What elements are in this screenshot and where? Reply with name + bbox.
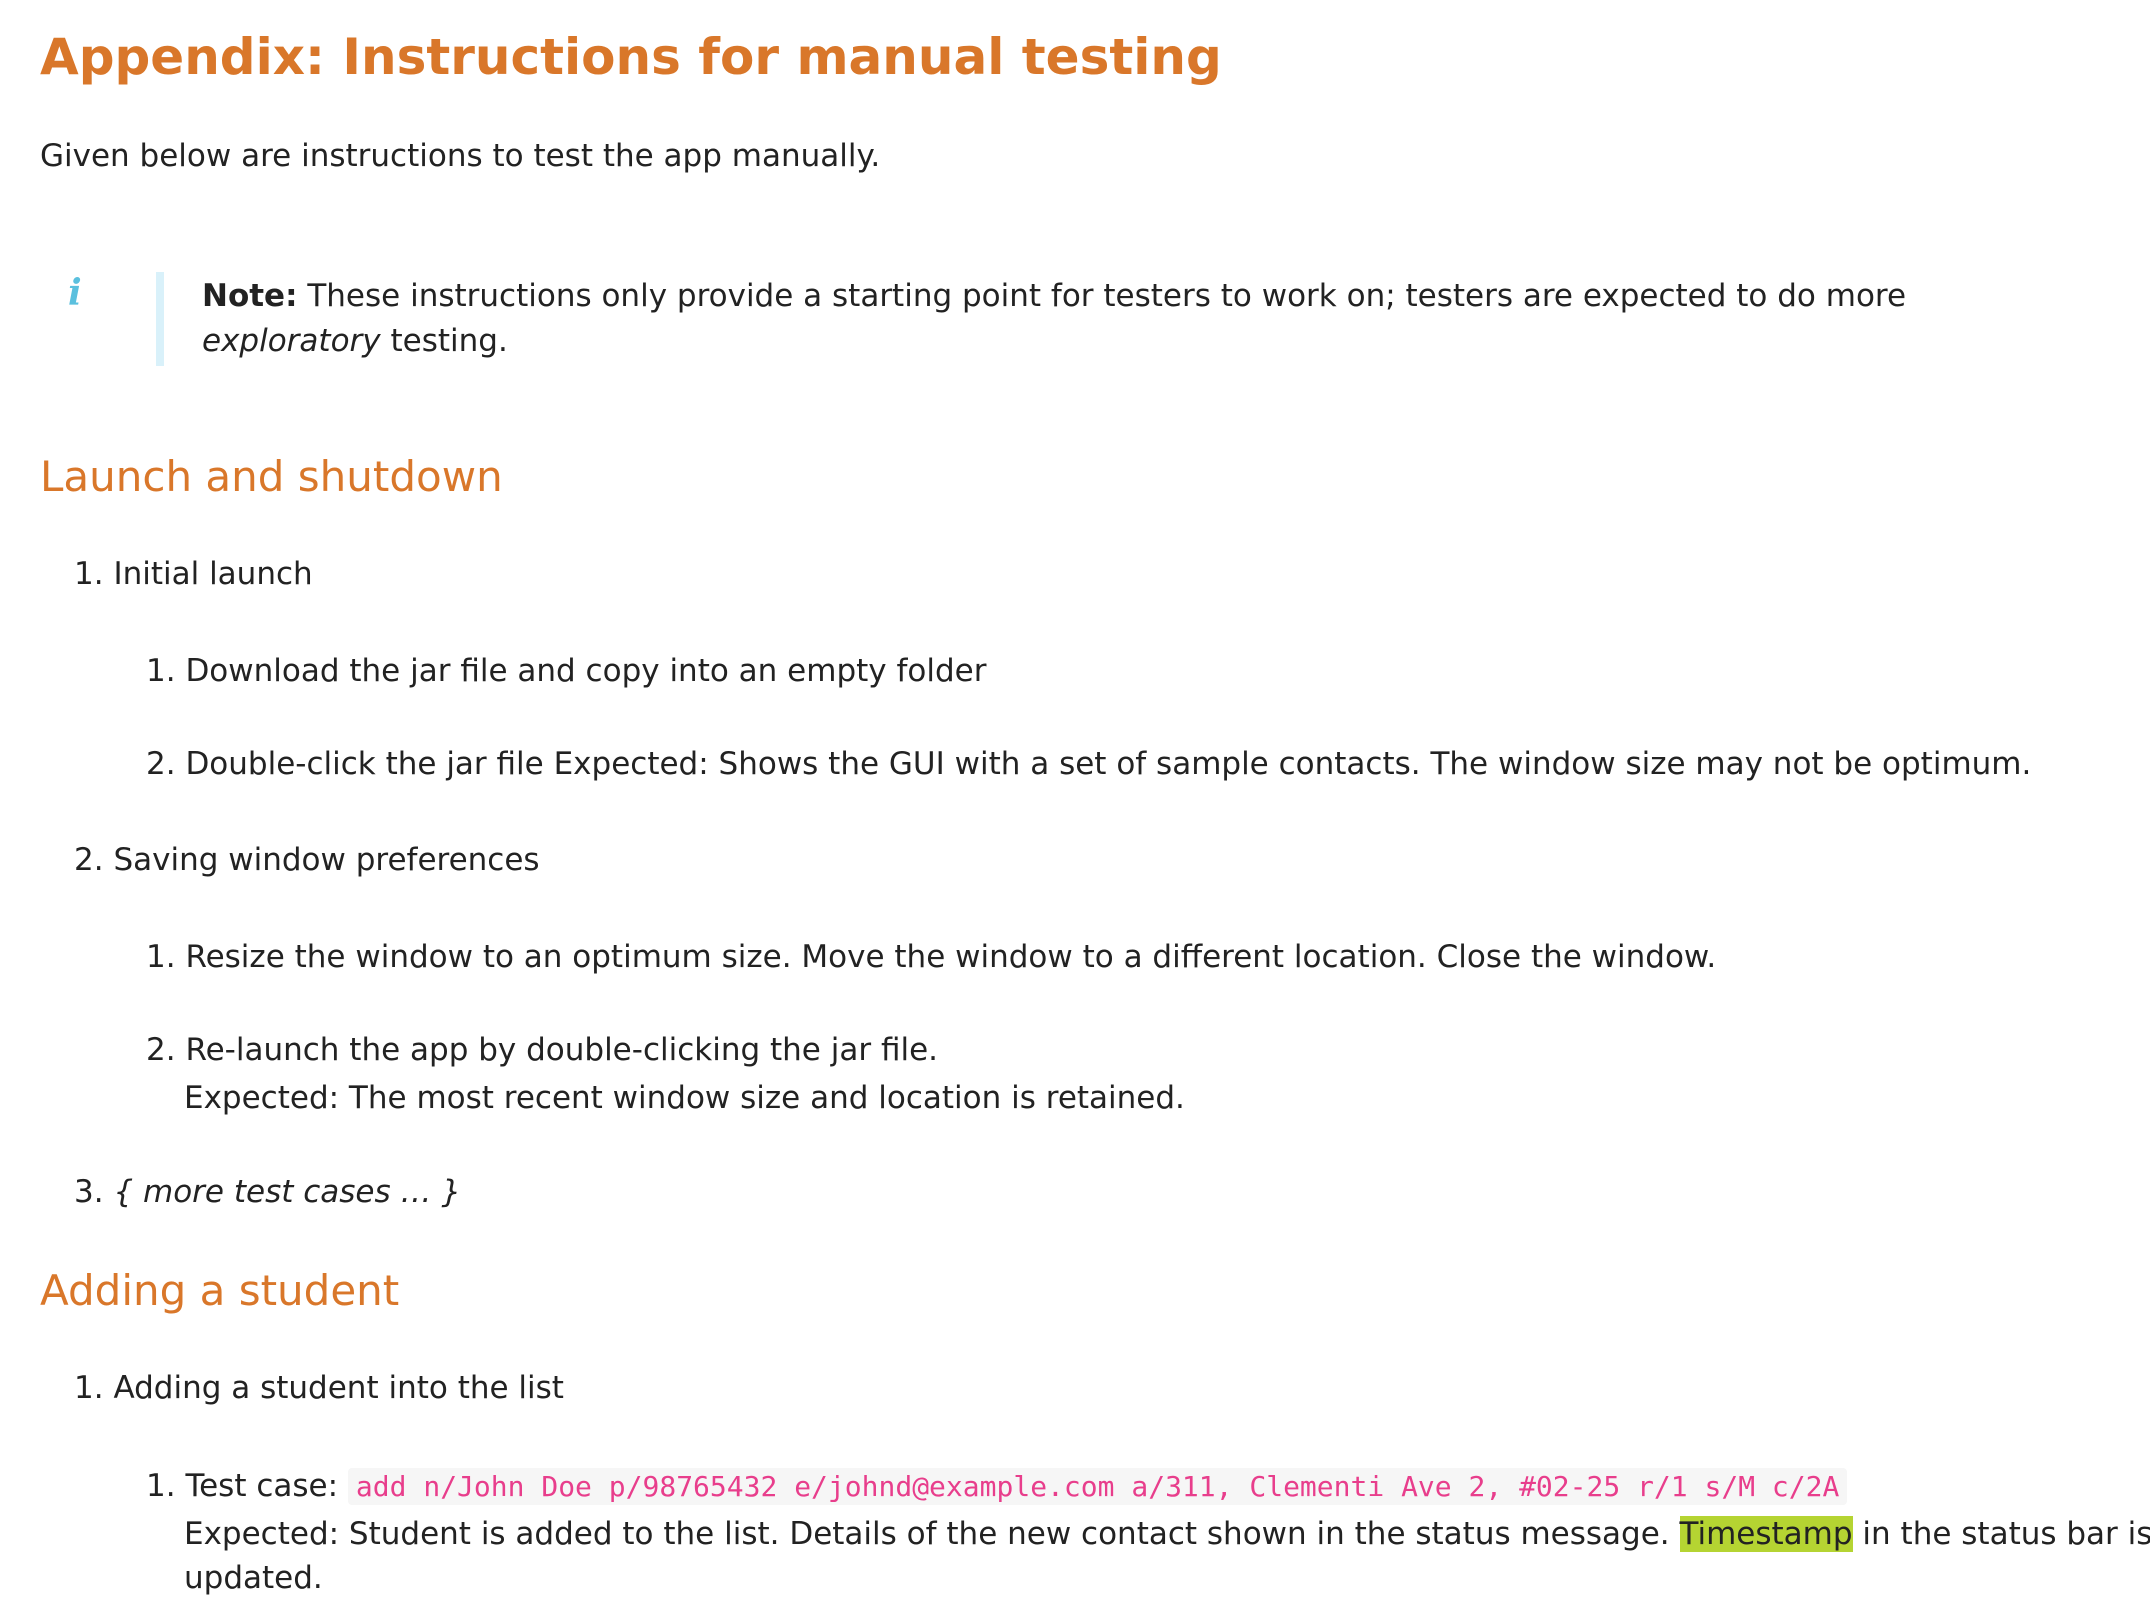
expected-after: in the status bar is: [1862, 1516, 2150, 1552]
note-text-before: These instructions only provide a starti…: [307, 278, 1907, 314]
note-emphasis: exploratory: [202, 323, 381, 359]
page-title: Appendix: Instructions for manual testin…: [40, 28, 1222, 86]
list-item-label: Adding a student into the list: [113, 1370, 564, 1406]
list-item: 2. Double-click the jar file Expected: S…: [146, 746, 2031, 782]
list-item: 1. Download the jar file and copy into a…: [146, 653, 986, 689]
list-number: 2.: [74, 842, 104, 878]
intro-paragraph: Given below are instructions to test the…: [40, 138, 881, 174]
note-bar: [156, 272, 164, 366]
list-item: 1. Initial launch: [74, 556, 313, 592]
note-box: i Note: These instructions only provide …: [68, 270, 2068, 366]
note-label: Note:: [202, 278, 298, 314]
expected-text: Expected: The most recent window size an…: [184, 1080, 1185, 1116]
list-item-label: Saving window preferences: [113, 842, 540, 878]
expected-text: Expected: Student is added to the list. …: [184, 1516, 2150, 1552]
expected-before: Expected: Student is added to the list. …: [184, 1516, 1670, 1552]
list-item-label: Initial launch: [113, 556, 313, 592]
list-item-label: Re-launch the app by double-clicking the…: [185, 1032, 939, 1068]
list-item: 1. Test case: add n/John Doe p/98765432 …: [146, 1468, 1848, 1505]
list-item: 2. Re-launch the app by double-clicking …: [146, 1032, 938, 1068]
list-number: 1.: [146, 1468, 176, 1504]
command-code: add n/John Doe p/98765432 e/johnd@exampl…: [347, 1468, 1848, 1505]
list-item: 2. Saving window preferences: [74, 842, 540, 878]
highlighted-term: Timestamp: [1679, 1516, 1853, 1552]
list-item: 1. Adding a student into the list: [74, 1370, 564, 1406]
list-item: 3. { more test cases … }: [74, 1174, 461, 1210]
expected-wrap: updated.: [184, 1560, 323, 1596]
list-number: 1.: [74, 1370, 104, 1406]
list-number: 1.: [146, 939, 176, 975]
list-item-label: Double-click the jar file Expected: Show…: [185, 746, 2032, 782]
list-item-label: Download the jar file and copy into an e…: [185, 653, 987, 689]
list-number: 3.: [74, 1174, 104, 1210]
info-icon: i: [68, 272, 82, 314]
list-number: 1.: [74, 556, 104, 592]
heading-adding-a-student: Adding a student: [40, 1266, 400, 1315]
heading-launch-and-shutdown: Launch and shutdown: [40, 452, 503, 501]
list-number: 1.: [146, 653, 176, 689]
list-number: 2.: [146, 1032, 176, 1068]
list-item-label: { more test cases … }: [113, 1174, 462, 1210]
note-text: Note: These instructions only provide a …: [202, 274, 2062, 364]
list-item: 1. Resize the window to an optimum size.…: [146, 939, 1716, 975]
test-case-label: Test case:: [185, 1468, 339, 1504]
list-number: 2.: [146, 746, 176, 782]
list-item-label: Resize the window to an optimum size. Mo…: [185, 939, 1717, 975]
note-text-after: testing.: [390, 323, 508, 359]
